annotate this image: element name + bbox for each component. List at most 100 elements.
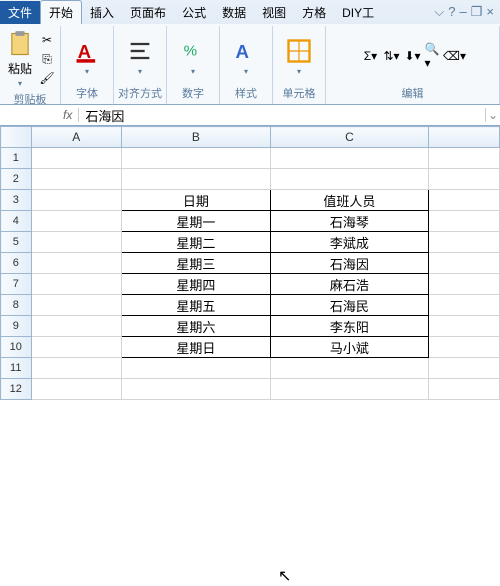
row-header[interactable]: 11 [1,358,32,379]
row-header[interactable]: 5 [1,232,32,253]
cell[interactable] [429,148,500,169]
col-header[interactable]: B [121,127,270,148]
table-cell[interactable]: 石海琴 [270,211,428,232]
cell[interactable] [121,169,270,190]
font-button[interactable]: A ▾ [71,35,103,78]
table-cell[interactable]: 麻石浩 [270,274,428,295]
table-cell[interactable]: 星期二 [121,232,270,253]
table-cell[interactable]: 星期五 [121,295,270,316]
cell[interactable] [429,295,500,316]
row-header[interactable]: 1 [1,148,32,169]
sort-button[interactable]: ⇅▾ [383,47,401,65]
table-header-staff[interactable]: 值班人员 [270,190,428,211]
col-header[interactable]: A [31,127,121,148]
cell[interactable] [270,379,428,400]
row-header[interactable]: 4 [1,211,32,232]
number-button[interactable]: % ▾ [177,35,209,78]
group-styles: A ▾ 样式 [220,26,273,104]
cell[interactable] [121,148,270,169]
tab-file[interactable]: 文件 [0,1,40,24]
cell[interactable] [31,211,121,232]
cell[interactable] [31,295,121,316]
tab-home[interactable]: 开始 [40,0,82,24]
row-header[interactable]: 8 [1,295,32,316]
table-cell[interactable]: 马小斌 [270,337,428,358]
table-cell[interactable]: 星期一 [121,211,270,232]
cell[interactable] [270,169,428,190]
tab-fangge[interactable]: 方格 [294,1,334,24]
cell[interactable] [429,253,500,274]
cell[interactable] [31,316,121,337]
tab-formula[interactable]: 公式 [174,1,214,24]
cell[interactable] [270,358,428,379]
close-icon[interactable]: × [486,4,494,20]
col-header[interactable] [429,127,500,148]
cell[interactable] [31,274,121,295]
table-cell[interactable]: 星期三 [121,253,270,274]
tab-insert[interactable]: 插入 [82,1,122,24]
formula-expand-button[interactable]: ⌄ [485,108,500,122]
row-header[interactable]: 10 [1,337,32,358]
cell[interactable] [429,316,500,337]
table-cell[interactable]: 石海因 [270,253,428,274]
minimize-icon[interactable]: – [460,4,467,20]
worksheet: A B C 1 2 3 日期值班人员 4 星期一石海琴 5 星期二李斌成 6 星期三石海… [0,126,500,400]
row-header[interactable]: 7 [1,274,32,295]
help-icon[interactable]: ? [448,4,455,20]
chevron-down-icon: ▾ [297,67,301,76]
cell[interactable] [429,211,500,232]
restore-icon[interactable]: ❐ [471,4,483,20]
cell[interactable] [31,337,121,358]
align-button[interactable]: ▾ [124,35,156,78]
cell[interactable] [429,169,500,190]
styles-button[interactable]: A ▾ [230,35,262,78]
table-header-date[interactable]: 日期 [121,190,270,211]
autosum-button[interactable]: Σ▾ [362,47,380,65]
cell[interactable] [429,274,500,295]
row-header[interactable]: 3 [1,190,32,211]
row-header[interactable]: 9 [1,316,32,337]
table-cell[interactable]: 星期六 [121,316,270,337]
table-cell[interactable]: 星期日 [121,337,270,358]
cells-button[interactable]: ▾ [283,35,315,78]
cell[interactable] [31,358,121,379]
table-cell[interactable]: 石海民 [270,295,428,316]
fill-button[interactable]: ⬇▾ [404,47,422,65]
cell[interactable] [31,190,121,211]
cell[interactable] [121,379,270,400]
formula-input[interactable]: 石海因 [79,106,485,125]
select-all-cell[interactable] [1,127,32,148]
tab-view[interactable]: 视图 [254,1,294,24]
cell[interactable] [429,232,500,253]
fx-icon[interactable]: fx [57,108,79,122]
cell[interactable] [31,379,121,400]
cell[interactable] [429,190,500,211]
cell[interactable] [429,337,500,358]
row-header[interactable]: 12 [1,379,32,400]
cell[interactable] [31,232,121,253]
cell[interactable] [429,358,500,379]
table-cell[interactable]: 李东阳 [270,316,428,337]
row-header[interactable]: 2 [1,169,32,190]
col-header[interactable]: C [270,127,428,148]
cut-button[interactable]: ✂ [38,31,56,49]
ribbon-minimize-icon[interactable]: ⌵ [434,4,444,20]
table-cell[interactable]: 星期四 [121,274,270,295]
format-painter-button[interactable]: 🖌 [38,69,56,87]
tab-layout[interactable]: 页面布 [122,1,174,24]
cell[interactable] [31,169,121,190]
paste-button[interactable]: 粘贴 ▾ [4,28,36,90]
cell[interactable] [31,253,121,274]
cell[interactable] [429,379,500,400]
svg-text:A: A [78,41,91,62]
tab-diy[interactable]: DIY工 [334,1,382,24]
row-header[interactable]: 6 [1,253,32,274]
tab-data[interactable]: 数据 [214,1,254,24]
cell[interactable] [121,358,270,379]
find-button[interactable]: 🔍▾ [425,47,443,65]
table-cell[interactable]: 李斌成 [270,232,428,253]
clear-button[interactable]: ⌫▾ [446,47,464,65]
cell[interactable] [270,148,428,169]
cell[interactable] [31,148,121,169]
copy-button[interactable]: ⎘ [38,50,56,68]
